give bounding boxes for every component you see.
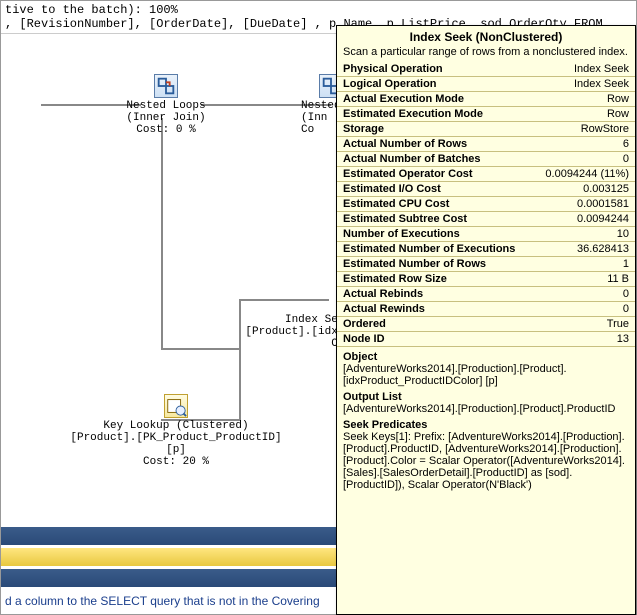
tooltip-property-row: Node ID13: [337, 332, 635, 347]
tooltip-title: Index Seek (NonClustered): [343, 30, 629, 44]
tooltip-description: Scan a particular range of rows from a n…: [337, 46, 635, 62]
plan-node-title: Index Seek: [241, 314, 351, 326]
plan-connector: [161, 348, 241, 350]
property-value: 0.0001581: [533, 197, 635, 212]
property-name: Logical Operation: [337, 77, 533, 92]
plan-connector: [239, 299, 329, 301]
property-name: Estimated I/O Cost: [337, 182, 533, 197]
plan-node-subtitle: (Inner Join): [116, 112, 216, 124]
property-name: Actual Number of Batches: [337, 152, 533, 167]
property-value: 11 B: [533, 272, 635, 287]
property-name: Estimated Operator Cost: [337, 167, 533, 182]
tooltip-properties-table: Physical OperationIndex SeekLogical Oper…: [337, 62, 635, 347]
plan-node-cost: Cost: 20 %: [61, 456, 291, 468]
property-value: 1: [533, 257, 635, 272]
property-name: Estimated Number of Executions: [337, 242, 533, 257]
bottom-bars: [1, 524, 336, 584]
property-value: 0.0094244: [533, 212, 635, 227]
property-name: Estimated CPU Cost: [337, 197, 533, 212]
decorative-bar: [1, 569, 336, 587]
tooltip-property-row: Estimated CPU Cost0.0001581: [337, 197, 635, 212]
section-label: Output List: [343, 391, 629, 403]
property-value: 0.003125: [533, 182, 635, 197]
tooltip-seek-section: Seek Predicates Seek Keys[1]: Prefix: [A…: [337, 415, 635, 491]
property-value: 0: [533, 152, 635, 167]
property-name: Estimated Row Size: [337, 272, 533, 287]
property-name: Actual Rebinds: [337, 287, 533, 302]
section-label: Seek Predicates: [343, 419, 629, 431]
property-name: Actual Rewinds: [337, 302, 533, 317]
property-name: Estimated Subtree Cost: [337, 212, 533, 227]
tooltip-property-row: Estimated Execution ModeRow: [337, 107, 635, 122]
tooltip-property-row: Actual Number of Batches0: [337, 152, 635, 167]
property-value: 36.628413: [533, 242, 635, 257]
tooltip-property-row: OrderedTrue: [337, 317, 635, 332]
property-name: Ordered: [337, 317, 533, 332]
tooltip-property-row: Actual Rewinds0: [337, 302, 635, 317]
tooltip-property-row: Physical OperationIndex Seek: [337, 62, 635, 77]
tooltip-property-row: Actual Execution ModeRow: [337, 92, 635, 107]
nested-loops-icon: [154, 74, 178, 98]
property-value: Row: [533, 107, 635, 122]
tooltip-property-row: StorageRowStore: [337, 122, 635, 137]
plan-node-title: Key Lookup (Clustered): [61, 420, 291, 432]
plan-connector: [161, 118, 163, 348]
property-value: 6: [533, 137, 635, 152]
property-value: True: [533, 317, 635, 332]
plan-node-subtitle: [Product].[PK_Product_ProductID] [p]: [61, 432, 291, 456]
sql-line-1: tive to the batch): 100%: [5, 3, 632, 17]
property-value: RowStore: [533, 122, 635, 137]
property-name: Number of Executions: [337, 227, 533, 242]
tooltip-property-row: Estimated Operator Cost0.0094244 (11%): [337, 167, 635, 182]
tooltip-property-row: Actual Rebinds0: [337, 287, 635, 302]
tooltip-object-section: Object [AdventureWorks2014].[Production]…: [337, 347, 635, 387]
key-lookup-icon: [164, 394, 188, 418]
tooltip-property-row: Estimated Subtree Cost0.0094244: [337, 212, 635, 227]
decorative-bar: [1, 548, 336, 566]
section-body: Seek Keys[1]: Prefix: [AdventureWorks201…: [343, 431, 629, 491]
plan-node-title: Nested Loops: [116, 100, 216, 112]
property-value: Index Seek: [533, 62, 635, 77]
tooltip-property-row: Estimated I/O Cost0.003125: [337, 182, 635, 197]
decorative-bar: [1, 527, 336, 545]
property-name: Estimated Number of Rows: [337, 257, 533, 272]
property-value: 0: [533, 302, 635, 317]
operator-tooltip: Index Seek (NonClustered) Scan a particu…: [336, 25, 636, 615]
section-label: Object: [343, 351, 629, 363]
property-value: Row: [533, 92, 635, 107]
plan-node-subtitle: [Product].[idxPr: [241, 326, 351, 338]
plan-node-key-lookup[interactable]: Key Lookup (Clustered) [Product].[PK_Pro…: [61, 394, 291, 468]
section-body: [AdventureWorks2014].[Production].[Produ…: [343, 403, 629, 415]
property-value: 0.0094244 (11%): [533, 167, 635, 182]
plan-node-cost: Cos: [241, 338, 351, 350]
property-name: Actual Number of Rows: [337, 137, 533, 152]
property-name: Actual Execution Mode: [337, 92, 533, 107]
tooltip-property-row: Estimated Number of Rows1: [337, 257, 635, 272]
property-name: Storage: [337, 122, 533, 137]
property-value: Index Seek: [533, 77, 635, 92]
property-name: Node ID: [337, 332, 533, 347]
tooltip-property-row: Actual Number of Rows6: [337, 137, 635, 152]
hint-text: d a column to the SELECT query that is n…: [5, 594, 320, 608]
section-body: [AdventureWorks2014].[Production].[Produ…: [343, 363, 629, 387]
tooltip-output-section: Output List [AdventureWorks2014].[Produc…: [337, 387, 635, 415]
property-value: 13: [533, 332, 635, 347]
tooltip-property-row: Estimated Row Size11 B: [337, 272, 635, 287]
plan-node-index-seek[interactable]: Index Seek [Product].[idxPr Cos: [241, 314, 351, 350]
tooltip-property-row: Number of Executions10: [337, 227, 635, 242]
property-value: 10: [533, 227, 635, 242]
property-name: Estimated Execution Mode: [337, 107, 533, 122]
plan-node-cost: Cost: 0 %: [116, 124, 216, 136]
property-value: 0: [533, 287, 635, 302]
tooltip-property-row: Logical OperationIndex Seek: [337, 77, 635, 92]
tooltip-property-row: Estimated Number of Executions36.628413: [337, 242, 635, 257]
plan-node-nested-loops[interactable]: Nested Loops (Inner Join) Cost: 0 %: [116, 74, 216, 136]
property-name: Physical Operation: [337, 62, 533, 77]
